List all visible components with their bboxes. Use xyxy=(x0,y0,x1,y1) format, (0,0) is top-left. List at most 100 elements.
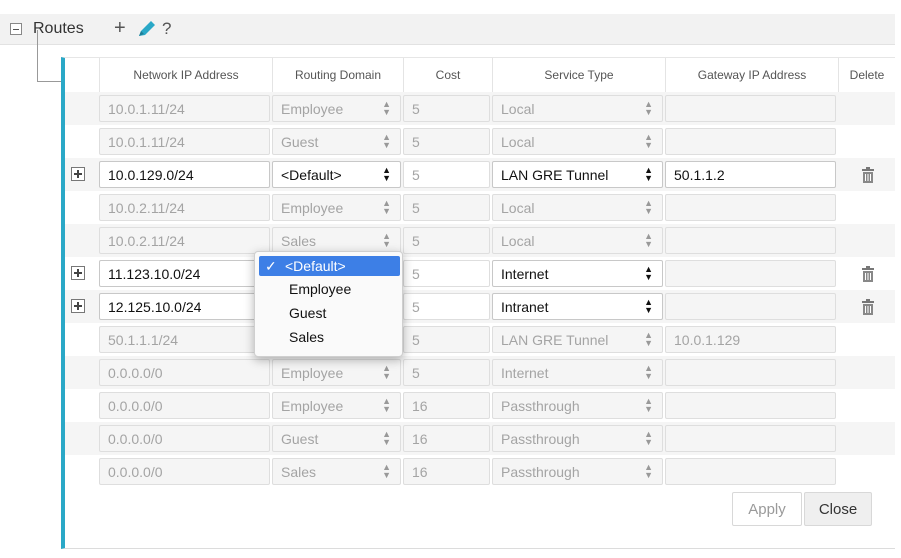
select-arrows-icon: ▲ ▼ xyxy=(382,363,391,381)
routing-domain-value: Sales xyxy=(281,464,317,480)
network-ip-field: 0.0.0.0/0 xyxy=(99,458,270,485)
network-ip-field[interactable]: 10.0.129.0/24 xyxy=(99,161,270,188)
network-ip-field: 10.0.1.11/24 xyxy=(99,128,270,155)
trash-icon[interactable] xyxy=(861,299,875,315)
gateway-ip-field xyxy=(665,128,836,155)
tree-connector-branch xyxy=(37,81,61,82)
gateway-ip-field[interactable] xyxy=(665,260,836,287)
cost-field: 16 xyxy=(403,458,490,485)
col-header-delete: Delete xyxy=(838,58,895,92)
service-type-select[interactable]: LAN GRE Tunnel ▲ ▼ xyxy=(492,161,663,188)
dropdown-option-default[interactable]: ✓ <Default> xyxy=(259,256,400,276)
col-header-routing-domain: Routing Domain xyxy=(272,58,403,92)
col-header-gateway-ip: Gateway IP Address xyxy=(665,58,838,92)
trash-icon[interactable] xyxy=(861,266,875,282)
close-button[interactable]: Close xyxy=(804,492,872,526)
gateway-ip-field xyxy=(665,194,836,221)
routing-domain-value: Guest xyxy=(281,134,319,150)
cost-field: 5 xyxy=(403,194,490,221)
expand-row-icon[interactable] xyxy=(71,266,85,280)
dropdown-option-sales[interactable]: Sales xyxy=(289,327,324,347)
gateway-ip-field xyxy=(665,359,836,386)
dropdown-option-guest[interactable]: Guest xyxy=(289,303,326,323)
service-type-value: LAN GRE Tunnel xyxy=(501,167,609,183)
service-type-value: Local xyxy=(501,200,535,216)
select-arrows-icon: ▲ ▼ xyxy=(382,462,391,480)
table-row: 11.123.10.0/24 5 Internet ▲ ▼ xyxy=(65,257,895,290)
service-type-select: Passthrough ▲ ▼ xyxy=(492,425,663,452)
dropdown-option-employee[interactable]: Employee xyxy=(289,279,351,299)
routing-domain-select: Guest ▲ ▼ xyxy=(272,425,401,452)
dropdown-option-label: <Default> xyxy=(285,258,346,274)
table-row: 0.0.0.0/0 Employee ▲ ▼ 16 Passthrough ▲ ▼ xyxy=(65,389,895,422)
service-type-value: Passthrough xyxy=(501,398,580,414)
select-arrows-icon: ▲ ▼ xyxy=(644,132,653,150)
routing-domain-dropdown: ✓ <Default> Employee Guest Sales xyxy=(254,251,403,357)
select-arrows-icon: ▲ ▼ xyxy=(644,363,653,381)
trash-icon[interactable] xyxy=(861,167,875,183)
gateway-ip-field[interactable]: 50.1.1.2 xyxy=(665,161,836,188)
expand-row-icon[interactable] xyxy=(71,167,85,181)
select-arrows-icon: ▲ ▼ xyxy=(382,396,391,414)
apply-button[interactable]: Apply xyxy=(732,492,802,526)
table-row: 10.0.2.11/24 Sales ▲ ▼ 5 Local ▲ ▼ xyxy=(65,224,895,257)
cost-field[interactable]: 5 xyxy=(403,293,490,320)
routing-domain-select: Guest ▲ ▼ xyxy=(272,128,401,155)
select-arrows-icon: ▲ ▼ xyxy=(644,462,653,480)
service-type-select: LAN GRE Tunnel ▲ ▼ xyxy=(492,326,663,353)
gateway-ip-field xyxy=(665,425,836,452)
network-ip-field: 0.0.0.0/0 xyxy=(99,359,270,386)
expand-row-icon[interactable] xyxy=(71,299,85,313)
routing-domain-select: Employee ▲ ▼ xyxy=(272,392,401,419)
select-arrows-icon: ▲ ▼ xyxy=(644,297,653,315)
service-type-select[interactable]: Intranet ▲ ▼ xyxy=(492,293,663,320)
service-type-value: Local xyxy=(501,134,535,150)
table-row: 10.0.2.11/24 Employee ▲ ▼ 5 Local ▲ ▼ xyxy=(65,191,895,224)
network-ip-field: 50.1.1.1/24 xyxy=(99,326,270,353)
select-arrows-icon: ▲ ▼ xyxy=(644,330,653,348)
network-ip-field: 10.0.1.11/24 xyxy=(99,95,270,122)
gateway-ip-field[interactable] xyxy=(665,293,836,320)
help-button[interactable]: ? xyxy=(162,19,171,39)
network-ip-field[interactable]: 12.125.10.0/24 xyxy=(99,293,270,320)
table-row: 12.125.10.0/24 5 Intranet ▲ ▼ xyxy=(65,290,895,323)
add-route-button[interactable]: + xyxy=(114,17,126,40)
cost-field[interactable]: 5 xyxy=(403,161,490,188)
select-arrows-icon: ▲ ▼ xyxy=(644,231,653,249)
routing-domain-value: Employee xyxy=(281,398,344,414)
service-type-select: Local ▲ ▼ xyxy=(492,128,663,155)
gateway-ip-field: 10.0.1.129 xyxy=(665,326,836,353)
routing-domain-value: Guest xyxy=(281,431,319,447)
service-type-select: Internet ▲ ▼ xyxy=(492,359,663,386)
select-arrows-icon: ▲ ▼ xyxy=(382,429,391,447)
service-type-value: Local xyxy=(501,101,535,117)
cost-field[interactable]: 5 xyxy=(403,260,490,287)
routing-domain-select: Sales ▲ ▼ xyxy=(272,458,401,485)
gateway-ip-field xyxy=(665,458,836,485)
table-row: 10.0.1.11/24 Guest ▲ ▼ 5 Local ▲ ▼ xyxy=(65,125,895,158)
collapse-toggle-icon[interactable] xyxy=(10,23,22,35)
network-ip-field: 10.0.2.11/24 xyxy=(99,194,270,221)
table-row: 10.0.129.0/24 <Default> ▲ ▼ 5 LAN GRE Tunn… xyxy=(65,158,895,191)
select-arrows-icon: ▲ ▼ xyxy=(644,99,653,117)
routing-domain-value: Employee xyxy=(281,200,344,216)
routing-domain-value: Employee xyxy=(281,365,344,381)
cost-field: 5 xyxy=(403,359,490,386)
network-ip-field[interactable]: 11.123.10.0/24 xyxy=(99,260,270,287)
network-ip-field: 0.0.0.0/0 xyxy=(99,392,270,419)
routing-domain-value: Employee xyxy=(281,101,344,117)
table-row: 0.0.0.0/0 Guest ▲ ▼ 16 Passthrough ▲ ▼ xyxy=(65,422,895,455)
service-type-select[interactable]: Internet ▲ ▼ xyxy=(492,260,663,287)
select-arrows-icon: ▲ ▼ xyxy=(644,264,653,282)
service-type-select: Local ▲ ▼ xyxy=(492,194,663,221)
select-arrows-icon: ▲ ▼ xyxy=(644,429,653,447)
gateway-ip-field xyxy=(665,95,836,122)
network-ip-field: 10.0.2.11/24 xyxy=(99,227,270,254)
service-type-value: Local xyxy=(501,233,535,249)
routing-domain-select[interactable]: <Default> ▲ ▼ xyxy=(272,161,401,188)
service-type-select: Passthrough ▲ ▼ xyxy=(492,458,663,485)
routing-domain-select: Employee ▲ ▼ xyxy=(272,359,401,386)
edit-pencil-icon[interactable] xyxy=(135,19,159,39)
col-header-service-type: Service Type xyxy=(492,58,665,92)
cost-field: 5 xyxy=(403,326,490,353)
